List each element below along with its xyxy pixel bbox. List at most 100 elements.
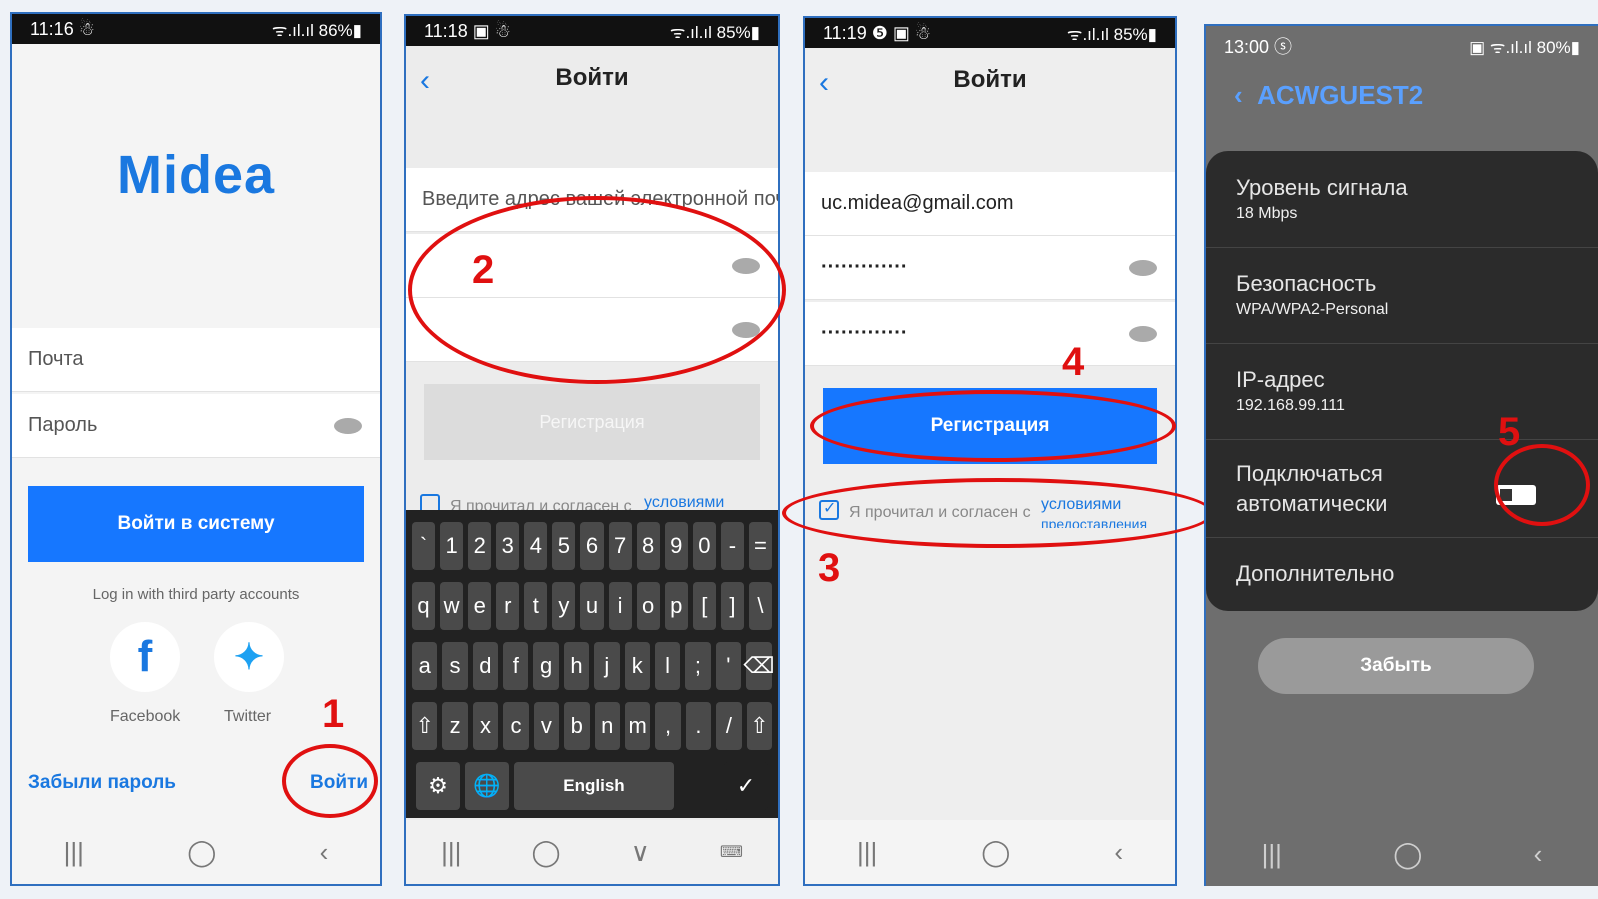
globe-key[interactable]: 🌐 <box>465 762 509 810</box>
back-arrow-icon[interactable]: ‹ <box>1234 80 1257 110</box>
keyboard-key[interactable]: t <box>524 582 548 630</box>
divider <box>1206 537 1598 538</box>
keyboard-key[interactable]: . <box>685 702 712 750</box>
eye-icon[interactable] <box>334 417 362 434</box>
keyboard-key[interactable]: b <box>564 702 590 750</box>
forget-button[interactable]: Забыть <box>1258 638 1534 694</box>
forgot-password-link[interactable]: Забыли пароль <box>28 772 176 794</box>
twitter-icon[interactable]: ✦ <box>214 622 284 692</box>
keyboard-key[interactable]: 1 <box>440 522 464 570</box>
keyboard-key[interactable]: 5 <box>552 522 576 570</box>
recent-apps-icon[interactable]: ||| <box>1262 839 1282 870</box>
keyboard-key[interactable]: ⌫ <box>743 642 775 690</box>
keyboard-key[interactable]: z <box>442 702 468 750</box>
recent-apps-icon[interactable]: ||| <box>64 837 84 868</box>
keyboard-key[interactable]: ; <box>685 642 711 690</box>
keyboard-key[interactable]: 2 <box>468 522 492 570</box>
network-name: ACWGUEST2 <box>1257 80 1424 110</box>
keyboard-key[interactable]: 6 <box>580 522 604 570</box>
keyboard-key[interactable]: 7 <box>608 522 632 570</box>
recent-apps-icon[interactable]: ||| <box>857 837 877 868</box>
status-bar: 13:00 ⓢ ▣ ᯤ.ıl.ıl 80%▮ <box>1206 26 1598 66</box>
highlight-ring-1 <box>282 744 378 818</box>
keyboard-key[interactable]: u <box>580 582 604 630</box>
keyboard-key[interactable]: = <box>748 522 773 570</box>
keyboard-key[interactable]: 9 <box>664 522 688 570</box>
keyboard-key[interactable]: ⇧ <box>746 702 773 750</box>
eye-icon[interactable] <box>1129 259 1157 276</box>
highlight-ring-4 <box>810 390 1176 462</box>
keyboard-key[interactable]: v <box>533 702 560 750</box>
keyboard-key[interactable]: e <box>468 582 492 630</box>
keyboard-key[interactable]: m <box>624 702 651 750</box>
keyboard-key[interactable]: 0 <box>692 522 716 570</box>
confirm-password-input[interactable]: ············· <box>805 302 1175 366</box>
keyboard-key[interactable]: s <box>442 642 468 690</box>
settings-key[interactable]: ⚙ <box>416 762 460 810</box>
keyboard-key[interactable]: a <box>412 642 438 690</box>
password-field[interactable]: Пароль <box>12 394 380 458</box>
space-key[interactable]: English <box>514 762 674 810</box>
keyboard-key[interactable]: w <box>440 582 464 630</box>
advanced-item[interactable]: Дополнительно <box>1236 561 1578 587</box>
keyboard-key[interactable]: h <box>563 642 590 690</box>
status-time: 11:16 ☃ <box>30 18 95 39</box>
status-signal: ᯤ.ıl.ıl 85%▮ <box>1066 24 1157 44</box>
keyboard-row: ` 1 2 3 4 5 6 7 8 9 0- = <box>412 522 773 570</box>
highlight-ring-5 <box>1494 444 1590 526</box>
email-value: uc.midea@gmail.com <box>821 192 1014 214</box>
ip-value: 192.168.99.111 <box>1236 397 1345 414</box>
keyboard-key[interactable]: p <box>664 582 688 630</box>
keyboard-key[interactable]: ' <box>715 642 741 690</box>
keyboard-key[interactable]: \ <box>748 582 773 630</box>
status-time: 11:18 ▣ ☃ <box>424 20 511 41</box>
keyboard-key[interactable]: , <box>655 702 681 750</box>
keyboard-key[interactable]: c <box>503 702 529 750</box>
password-input[interactable]: ············· <box>805 236 1175 300</box>
back-icon[interactable]: ‹ <box>320 837 329 868</box>
keyboard-key[interactable]: n <box>594 702 620 750</box>
home-icon[interactable]: ◯ <box>187 837 216 868</box>
keyboard-key[interactable]: y <box>552 582 576 630</box>
facebook-icon[interactable]: f <box>110 622 180 692</box>
email-placeholder: Почта <box>28 348 84 370</box>
home-icon[interactable]: ◯ <box>531 837 560 868</box>
home-icon[interactable]: ◯ <box>981 837 1010 868</box>
keyboard-key[interactable]: j <box>594 642 620 690</box>
back-icon[interactable]: ‹ <box>1534 839 1543 870</box>
home-icon[interactable]: ◯ <box>1393 839 1422 870</box>
back-icon[interactable]: ‹ <box>1114 837 1123 868</box>
keyboard-key[interactable]: l <box>654 642 681 690</box>
recent-apps-icon[interactable]: ||| <box>441 837 461 868</box>
keyboard-key[interactable]: / <box>716 702 742 750</box>
keyboard-key[interactable]: x <box>472 702 499 750</box>
keyboard-key[interactable]: i <box>608 582 632 630</box>
keyboard-key[interactable]: 3 <box>496 522 520 570</box>
keyboard-key[interactable]: r <box>496 582 520 630</box>
phone-screen-register-empty: 11:18 ▣ ☃ ᯤ.ıl.ıl 85%▮ ‹ Войти Введите а… <box>404 14 780 886</box>
eye-icon[interactable] <box>1129 325 1157 342</box>
hide-keyboard-icon[interactable]: ∨ <box>631 837 650 868</box>
register-button-disabled[interactable]: Регистрация <box>424 384 760 460</box>
keyboard-row: ⇧ z x c v b n m,. / ⇧ <box>411 702 773 750</box>
keyboard-key[interactable]: ` <box>412 522 436 570</box>
keyboard-key[interactable]: f <box>503 642 529 690</box>
keyboard-key[interactable]: [ <box>692 582 716 630</box>
keyboard-key[interactable]: 4 <box>524 522 548 570</box>
keyboard-key[interactable]: g <box>533 642 559 690</box>
done-key[interactable]: ✓ <box>724 762 768 810</box>
keyboard-key[interactable]: k <box>624 642 650 690</box>
keyboard-key[interactable]: 8 <box>636 522 660 570</box>
keyboard-key[interactable]: d <box>472 642 499 690</box>
email-input[interactable]: uc.midea@gmail.com <box>805 172 1175 236</box>
keyboard-key[interactable]: ] <box>720 582 744 630</box>
keyboard-key[interactable]: o <box>636 582 660 630</box>
status-signal: ᯤ.ıl.ıl 85%▮ <box>669 22 760 42</box>
keyboard-icon[interactable]: ⌨ <box>720 842 743 862</box>
keyboard-key[interactable]: ⇧ <box>411 702 438 750</box>
email-field[interactable]: Почта <box>12 328 380 392</box>
page-title: Войти <box>953 66 1027 93</box>
login-button[interactable]: Войти в систему <box>28 486 364 562</box>
keyboard-key[interactable]: - <box>720 522 744 570</box>
keyboard-key[interactable]: q <box>412 582 436 630</box>
